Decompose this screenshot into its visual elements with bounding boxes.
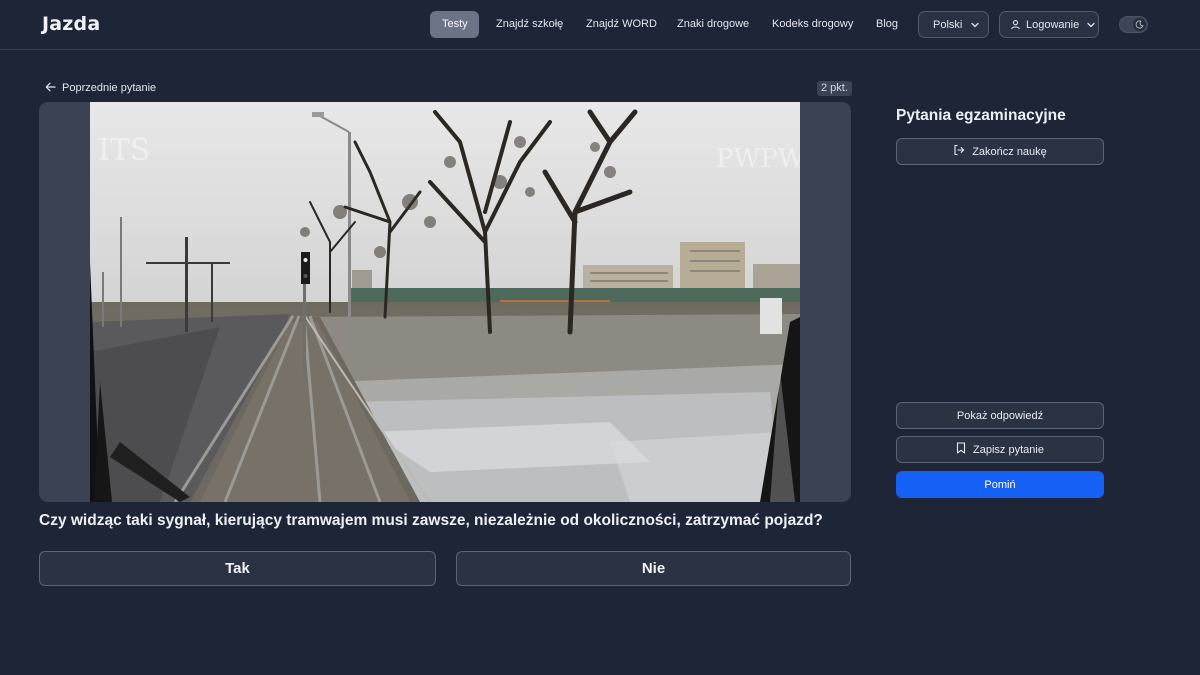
watermark-right: PWPW — [716, 144, 800, 174]
finish-learning-label: Zakończ naukę — [972, 145, 1047, 158]
brand-logo-text: Jazda — [42, 13, 101, 35]
nav-link-blog[interactable]: Blog — [864, 11, 910, 38]
answer-button-yes[interactable]: Tak — [39, 551, 436, 586]
chevron-down-icon — [970, 20, 980, 30]
watermark-left: ITS — [98, 133, 150, 168]
arrow-left-icon — [45, 82, 56, 95]
skip-button[interactable]: Pomiń — [896, 471, 1104, 498]
moon-icon — [1133, 18, 1146, 31]
points-badge: 2 pkt. — [817, 81, 852, 96]
previous-question-link[interactable]: Poprzednie pytanie — [45, 80, 156, 96]
language-select[interactable]: Polski — [918, 11, 989, 38]
sidebar-title: Pytania egzaminacyjne — [896, 107, 1066, 124]
save-question-label: Zapisz pytanie — [973, 443, 1044, 456]
top-navbar: Jazda Testy Znajdź szkołę Znajdź WORD Zn… — [0, 0, 1200, 50]
previous-question-label: Poprzednie pytanie — [62, 82, 157, 94]
nav-link-find-word[interactable]: Znajdź WORD — [574, 11, 669, 38]
login-label: Logowanie — [1026, 18, 1080, 31]
show-answer-label: Pokaż odpowiedź — [956, 409, 1044, 422]
user-icon — [1010, 19, 1021, 30]
nav-link-road-signs[interactable]: Znaki drogowe — [665, 11, 761, 38]
theme-toggle[interactable] — [1119, 16, 1148, 33]
language-label: Polski — [933, 18, 963, 31]
question-media-frame: ITS PWPW — [39, 102, 851, 502]
finish-learning-button[interactable]: Zakończ naukę — [896, 138, 1104, 165]
question-image: ITS PWPW — [90, 102, 800, 502]
brand-logo[interactable]: Jazda — [42, 12, 100, 36]
show-answer-button[interactable]: Pokaż odpowiedź — [896, 402, 1104, 429]
chevron-down-icon — [1086, 20, 1096, 30]
nav-link-road-code[interactable]: Kodeks drogowy — [760, 11, 865, 38]
login-menu[interactable]: Logowanie — [999, 11, 1099, 38]
save-question-button[interactable]: Zapisz pytanie — [896, 436, 1104, 463]
bookmark-icon — [956, 442, 966, 457]
answer-button-no[interactable]: Nie — [456, 551, 851, 586]
nav-link-testy[interactable]: Testy — [430, 11, 479, 38]
log-out-icon — [953, 144, 965, 159]
nav-link-find-school[interactable]: Znajdź szkołę — [484, 11, 575, 38]
skip-label: Pomiń — [984, 478, 1016, 491]
question-text: Czy widząc taki sygnał, kierujący tramwa… — [39, 512, 823, 529]
